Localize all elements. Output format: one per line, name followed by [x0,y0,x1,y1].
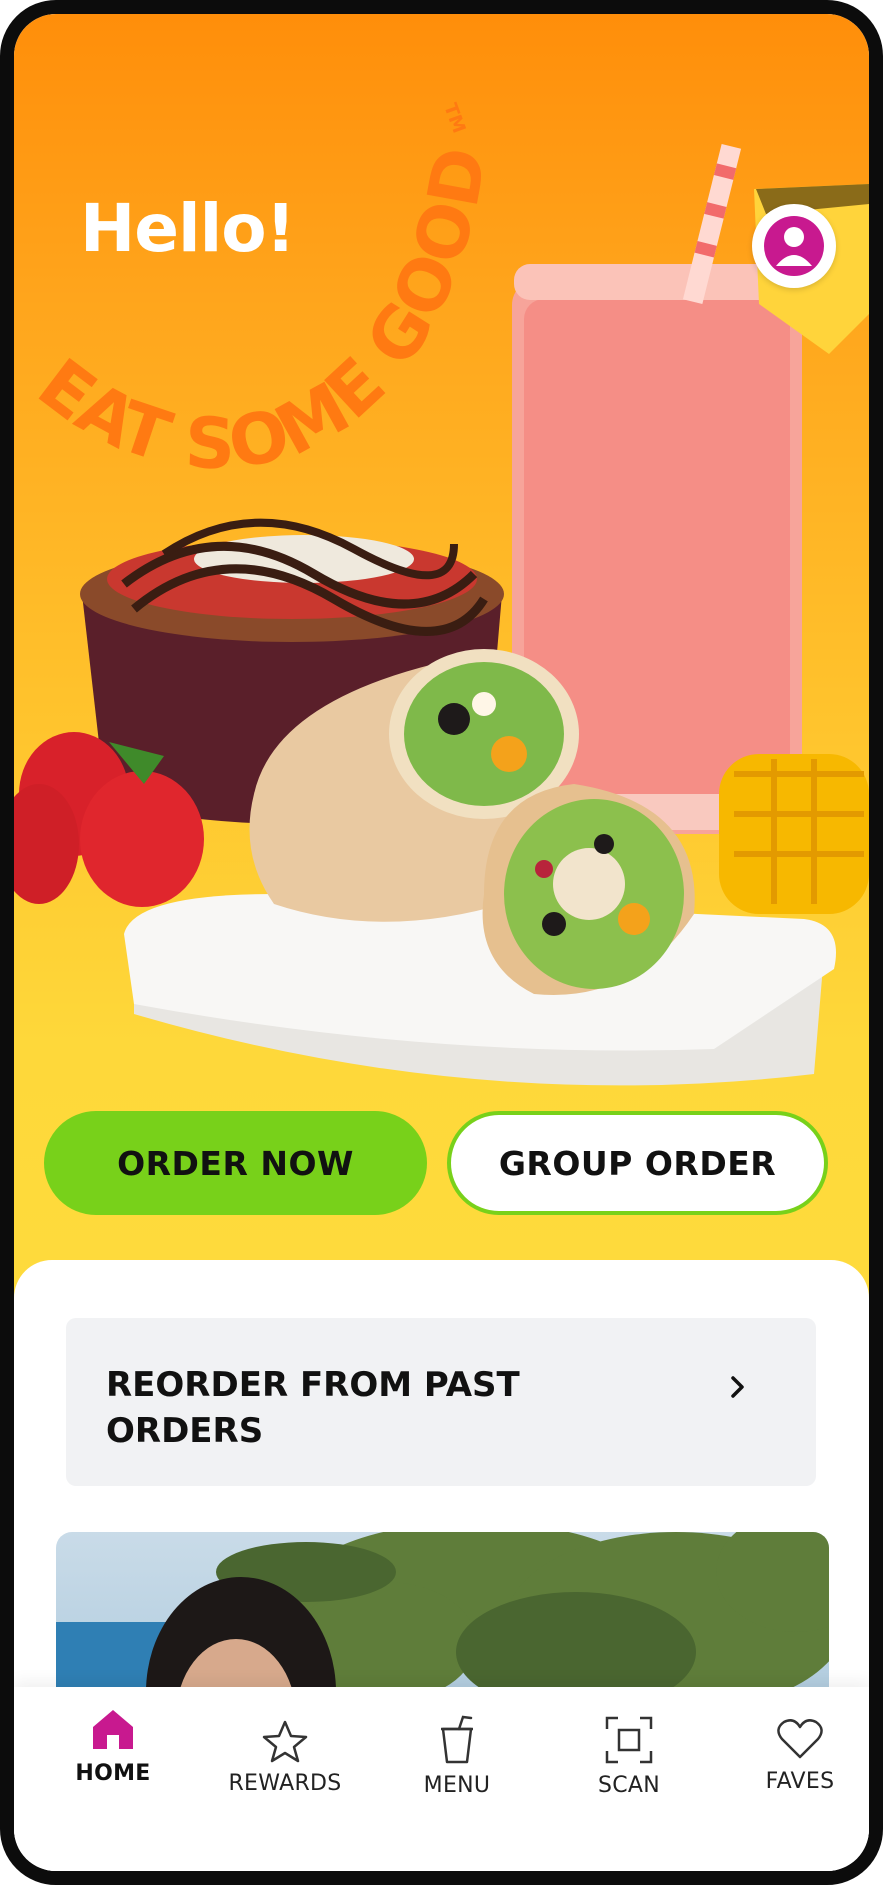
user-icon [764,216,824,276]
bottom-navigation: HOME REWARDS MENU SCAN FAVES [14,1687,869,1871]
cup-icon [441,1715,473,1764]
profile-avatar-button[interactable] [752,204,836,288]
mango-image [719,754,869,914]
nav-item-home[interactable]: HOME [38,1705,188,1786]
nav-item-rewards[interactable]: REWARDS [210,1719,360,1796]
star-icon [262,1720,308,1763]
nav-item-menu[interactable]: MENU [382,1715,532,1798]
reorder-past-orders-card[interactable]: REORDER FROM PAST ORDERS [66,1318,816,1486]
nav-label-home: HOME [75,1761,151,1786]
order-now-button[interactable]: ORDER NOW [44,1111,427,1215]
group-order-button[interactable]: GROUP ORDER [447,1111,828,1215]
trademark-mark: TM [439,101,469,137]
serving-board-image [124,894,836,1086]
nav-item-faves[interactable]: FAVES [725,1717,869,1794]
nav-label-faves: FAVES [765,1769,835,1794]
heart-icon [777,1719,823,1759]
hero-food-illustration [14,143,869,1086]
scan-icon [605,1716,653,1764]
nav-label-rewards: REWARDS [228,1771,342,1796]
reorder-label: REORDER FROM PAST ORDERS [106,1365,520,1451]
nav-label-menu: MENU [423,1773,491,1798]
hero-banner: EAT SOME GOOD! TM Hello! [14,14,869,1304]
phone-frame: EAT SOME GOOD! TM Hello! [0,0,883,1885]
nav-label-scan: SCAN [597,1773,661,1798]
nav-item-scan[interactable]: SCAN [554,1715,704,1798]
chevron-right-icon [731,1376,744,1398]
home-icon [93,1710,133,1749]
